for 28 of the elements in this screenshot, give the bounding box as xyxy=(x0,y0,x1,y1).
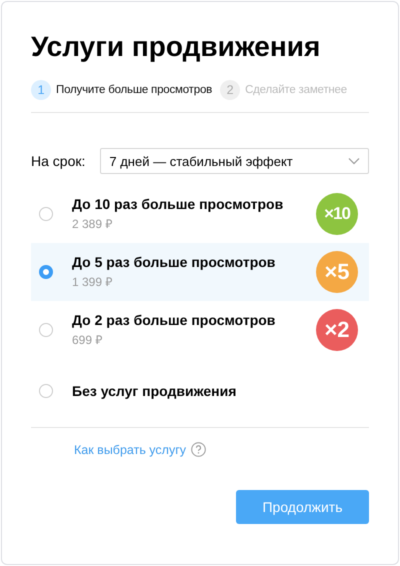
multiplier-badge: ×2 xyxy=(316,309,358,351)
radio-button[interactable] xyxy=(39,207,53,221)
step-number: 2 xyxy=(220,80,240,100)
option-price: 699 ₽ xyxy=(72,332,104,348)
multiplier-badge: ×10 xyxy=(316,193,358,235)
radio-button[interactable] xyxy=(39,323,53,337)
radio-button[interactable] xyxy=(39,265,53,279)
step-label: Сделайте заметнее xyxy=(245,84,347,96)
multiplier-badge: ×5 xyxy=(316,251,358,293)
radio-button[interactable] xyxy=(39,384,53,398)
chevron-down-icon xyxy=(348,157,360,165)
option-row[interactable]: До 5 раз больше просмотров 1 399 ₽ ×5 xyxy=(31,243,369,301)
option-title: До 5 раз больше просмотров xyxy=(72,254,276,270)
step-number: 1 xyxy=(31,80,51,100)
period-label: На срок: xyxy=(31,153,86,169)
period-dropdown[interactable]: 7 дней — стабильный эффект xyxy=(100,148,369,174)
option-price: 1 399 ₽ xyxy=(72,274,114,290)
option-price: 2 389 ₽ xyxy=(72,216,114,232)
option-row[interactable]: До 10 раз больше просмотров 2 389 ₽ ×10 xyxy=(31,185,369,243)
option-title: До 2 раз больше просмотров xyxy=(72,312,276,328)
help-icon[interactable] xyxy=(191,442,206,457)
option-row[interactable]: Без услуг продвижения xyxy=(31,359,369,423)
dialog-title: Услуги продвижения xyxy=(31,30,322,64)
step-tab[interactable]: 1 Получите больше просмотров xyxy=(31,80,212,100)
step-label: Получите больше просмотров xyxy=(56,84,212,96)
option-row[interactable]: До 2 раз больше просмотров 699 ₽ ×2 xyxy=(31,301,369,359)
option-title: Без услуг продвижения xyxy=(72,383,238,399)
option-title: До 10 раз больше просмотров xyxy=(72,196,284,212)
